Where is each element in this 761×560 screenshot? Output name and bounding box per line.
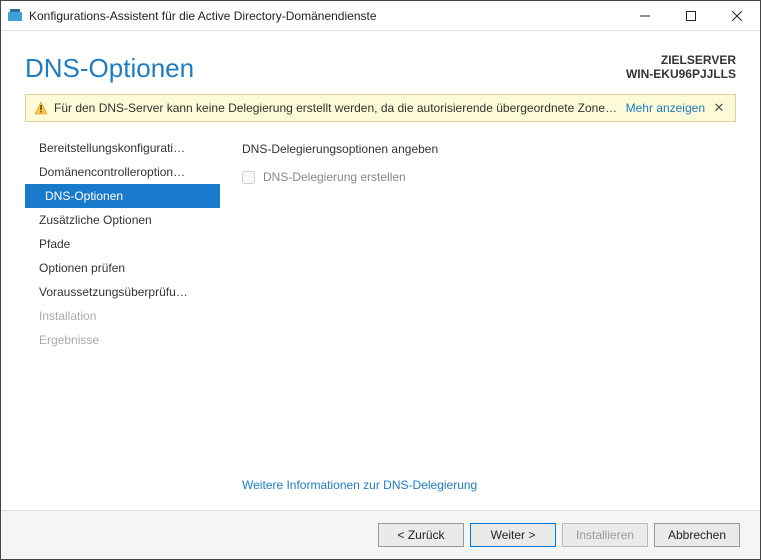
warning-bar: Für den DNS-Server kann keine Delegierun… [25, 94, 736, 122]
target-label: ZIELSERVER [626, 53, 736, 67]
content-pane: DNS-Delegierungsoptionen angeben DNS-Del… [220, 132, 736, 510]
dns-delegation-label: DNS-Delegierung erstellen [263, 170, 406, 184]
dns-delegation-checkbox [242, 171, 255, 184]
nav-item-installation: Installation [25, 304, 220, 328]
header: DNS-Optionen ZIELSERVER WIN-EKU96PJJLLS [1, 31, 760, 94]
nav-item-deployment-config[interactable]: Bereitstellungskonfigurati… [25, 136, 220, 160]
maximize-button[interactable] [668, 1, 714, 30]
back-button[interactable]: < Zurück [378, 523, 464, 547]
window-title: Konfigurations-Assistent für die Active … [29, 9, 622, 23]
nav-item-review-options[interactable]: Optionen prüfen [25, 256, 220, 280]
minimize-button[interactable] [622, 1, 668, 30]
body: Bereitstellungskonfigurati… Domänencontr… [1, 132, 760, 510]
target-server-info: ZIELSERVER WIN-EKU96PJJLLS [626, 53, 736, 81]
nav-item-dc-options[interactable]: Domänencontrolleroption… [25, 160, 220, 184]
section-title: DNS-Delegierungsoptionen angeben [242, 142, 736, 156]
page-title: DNS-Optionen [25, 53, 194, 84]
target-name: WIN-EKU96PJJLLS [626, 67, 736, 81]
nav-item-prerequisites[interactable]: Voraussetzungsüberprüfu… [25, 280, 220, 304]
nav-item-paths[interactable]: Pfade [25, 232, 220, 256]
nav-item-results: Ergebnisse [25, 328, 220, 352]
install-button: Installieren [562, 523, 648, 547]
cancel-button[interactable]: Abbrechen [654, 523, 740, 547]
titlebar: Konfigurations-Assistent für die Active … [1, 1, 760, 31]
nav-item-additional-options[interactable]: Zusätzliche Optionen [25, 208, 220, 232]
close-button[interactable] [714, 1, 760, 30]
warning-message: Für den DNS-Server kann keine Delegierun… [54, 101, 620, 115]
footer: < Zurück Weiter > Installieren Abbrechen [1, 510, 760, 559]
app-icon [7, 8, 23, 24]
warning-icon [34, 101, 48, 115]
more-info-link[interactable]: Weitere Informationen zur DNS-Delegierun… [242, 478, 477, 492]
more-info-row: Weitere Informationen zur DNS-Delegierun… [242, 478, 736, 510]
dns-delegation-checkbox-row: DNS-Delegierung erstellen [242, 170, 736, 184]
window-controls [622, 1, 760, 30]
warning-close-button[interactable]: ✕ [711, 100, 727, 116]
nav-item-dns-options[interactable]: DNS-Optionen [25, 184, 220, 208]
next-button[interactable]: Weiter > [470, 523, 556, 547]
warning-more-link[interactable]: Mehr anzeigen [626, 101, 705, 115]
wizard-nav: Bereitstellungskonfigurati… Domänencontr… [25, 132, 220, 510]
